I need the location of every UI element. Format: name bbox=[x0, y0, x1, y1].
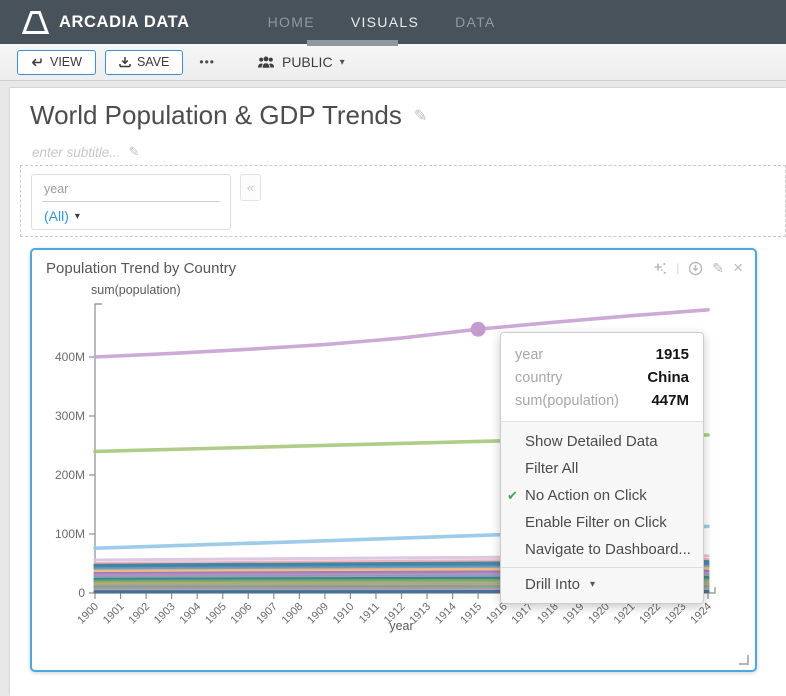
x-tick-label: 1900 bbox=[75, 601, 101, 627]
x-tick-label: 1905 bbox=[203, 601, 229, 627]
chevron-down-icon: ▾ bbox=[75, 211, 80, 222]
brand-name: ARCADIA DATA bbox=[59, 13, 190, 32]
arcadia-triangle-icon bbox=[22, 9, 49, 36]
app-header: ARCADIA DATA HOME VISUALS DATA bbox=[0, 0, 786, 44]
x-tick-label: 1903 bbox=[152, 601, 178, 627]
x-tick-label: 1924 bbox=[688, 601, 714, 627]
x-tick-label: 1902 bbox=[126, 601, 152, 627]
action-toolbar: VIEW SAVE ••• PUBLIC ▾ bbox=[0, 44, 786, 81]
chart-context-menu: year1915countryChinasum(population)447M … bbox=[500, 332, 704, 604]
tooltip-value: 1915 bbox=[656, 346, 689, 363]
x-tick-label: 1919 bbox=[561, 601, 587, 627]
dashboard-content: World Population & GDP Trends ✎ enter su… bbox=[10, 88, 786, 696]
menu-item-no-action-on-click[interactable]: ✔No Action on Click bbox=[501, 482, 703, 509]
x-tick-label: 1914 bbox=[433, 601, 459, 627]
back-arrow-icon bbox=[31, 57, 44, 68]
public-dropdown-label: PUBLIC bbox=[282, 54, 333, 70]
tooltip-row-country: country China bbox=[515, 366, 689, 389]
population-trend-panel: Population Trend by Country | bbox=[30, 248, 757, 672]
chart-title: Population Trend by Country bbox=[46, 260, 236, 277]
y-tick-label: 200M bbox=[55, 468, 85, 482]
filter-value-dropdown[interactable]: (All) ▾ bbox=[32, 202, 230, 230]
datapoint-tooltip: year 1915 country China sum(population) 447M bbox=[501, 333, 703, 421]
check-icon: ✔ bbox=[507, 488, 518, 504]
x-tick-label: 1901 bbox=[101, 601, 127, 627]
menu-item-filter-all[interactable]: Filter All bbox=[501, 455, 703, 482]
y-tick-label: 0 bbox=[78, 586, 85, 600]
x-tick-label: 1923 bbox=[663, 601, 689, 627]
icon-divider: | bbox=[676, 261, 679, 275]
export-chart-icon[interactable] bbox=[688, 261, 703, 276]
x-tick-label: 1911 bbox=[357, 601, 382, 626]
filter-strip: year (All) ▾ « bbox=[20, 165, 786, 237]
tooltip-row-year: year 1915 bbox=[515, 343, 689, 366]
app-root: ARCADIA DATA HOME VISUALS DATA VIEW SAVE •… bbox=[0, 0, 786, 696]
menu-item-navigate-to-dashboard[interactable]: Navigate to Dashboard... bbox=[501, 536, 703, 563]
active-tab-underline bbox=[307, 40, 398, 46]
panel-resize-handle[interactable] bbox=[739, 655, 749, 665]
explore-visual-icon[interactable] bbox=[652, 261, 667, 276]
x-tick-label: 1922 bbox=[637, 601, 663, 627]
year-filter-widget: year (All) ▾ bbox=[31, 174, 231, 230]
nav-item-visuals[interactable]: VISUALS bbox=[351, 14, 419, 30]
nav-item-data[interactable]: DATA bbox=[455, 14, 495, 30]
subtitle-placeholder[interactable]: enter subtitle... bbox=[32, 145, 121, 160]
x-tick-label: 1921 bbox=[612, 601, 638, 627]
menu-item-enable-filter-on-click[interactable]: Enable Filter on Click bbox=[501, 509, 703, 536]
chevron-down-icon: ▾ bbox=[340, 57, 345, 68]
filter-selected-value: (All) bbox=[44, 208, 69, 224]
view-button[interactable]: VIEW bbox=[17, 50, 96, 75]
tooltip-row-sumpopulation: sum(population) 447M bbox=[515, 389, 689, 412]
x-tick-label: 1907 bbox=[254, 601, 280, 627]
x-tick-label: 1904 bbox=[177, 601, 203, 627]
x-tick-label: 1908 bbox=[280, 601, 306, 627]
filter-field-label: year bbox=[32, 175, 230, 201]
drill-into-item[interactable]: Drill Into ▾ bbox=[501, 567, 703, 603]
x-tick-label: 1910 bbox=[331, 601, 357, 627]
x-tick-label: 1916 bbox=[484, 601, 510, 627]
x-tick-label: 1920 bbox=[586, 601, 612, 627]
public-dropdown[interactable]: PUBLIC ▾ bbox=[257, 54, 345, 70]
people-icon bbox=[257, 56, 275, 69]
save-button[interactable]: SAVE bbox=[105, 50, 183, 75]
view-button-label: VIEW bbox=[50, 55, 82, 69]
close-chart-icon[interactable]: × bbox=[733, 258, 743, 278]
y-tick-label: 100M bbox=[55, 527, 85, 541]
context-menu-items: Show Detailed DataFilter All✔No Action o… bbox=[501, 421, 703, 567]
x-tick-label: 1917 bbox=[510, 601, 536, 627]
more-options-button[interactable]: ••• bbox=[199, 55, 215, 69]
nav-item-home[interactable]: HOME bbox=[268, 14, 315, 30]
edit-subtitle-icon[interactable]: ✎ bbox=[129, 144, 140, 160]
x-tick-label: 1906 bbox=[229, 601, 255, 627]
y-axis-title: sum(population) bbox=[91, 283, 181, 297]
x-tick-label: 1909 bbox=[305, 601, 331, 627]
x-tick-label: 1918 bbox=[535, 601, 561, 627]
tooltip-label: country bbox=[515, 370, 563, 386]
tooltip-value: China bbox=[647, 369, 689, 386]
y-tick-label: 300M bbox=[55, 409, 85, 423]
drill-into-label: Drill Into bbox=[525, 576, 580, 593]
menu-item-show-detailed-data[interactable]: Show Detailed Data bbox=[501, 428, 703, 455]
save-button-label: SAVE bbox=[137, 55, 169, 69]
page-title: World Population & GDP Trends bbox=[30, 100, 402, 131]
panel-actions: | ✎ × bbox=[652, 258, 743, 278]
arcadia-logo[interactable] bbox=[22, 9, 49, 36]
edit-chart-icon[interactable]: ✎ bbox=[712, 260, 724, 277]
y-tick-label: 400M bbox=[55, 350, 85, 364]
highlighted-datapoint[interactable] bbox=[471, 322, 486, 337]
x-tick-label: 1915 bbox=[458, 601, 484, 627]
download-icon bbox=[119, 56, 131, 68]
x-axis-title: year bbox=[389, 619, 413, 633]
tooltip-label: year bbox=[515, 347, 543, 363]
tooltip-label: sum(population) bbox=[515, 393, 619, 409]
main-nav: HOME VISUALS DATA bbox=[268, 14, 496, 30]
tooltip-value: 447M bbox=[651, 392, 689, 409]
chevron-down-icon: ▾ bbox=[590, 579, 595, 590]
edit-title-icon[interactable]: ✎ bbox=[414, 106, 427, 126]
collapse-filters-button[interactable]: « bbox=[240, 174, 261, 201]
